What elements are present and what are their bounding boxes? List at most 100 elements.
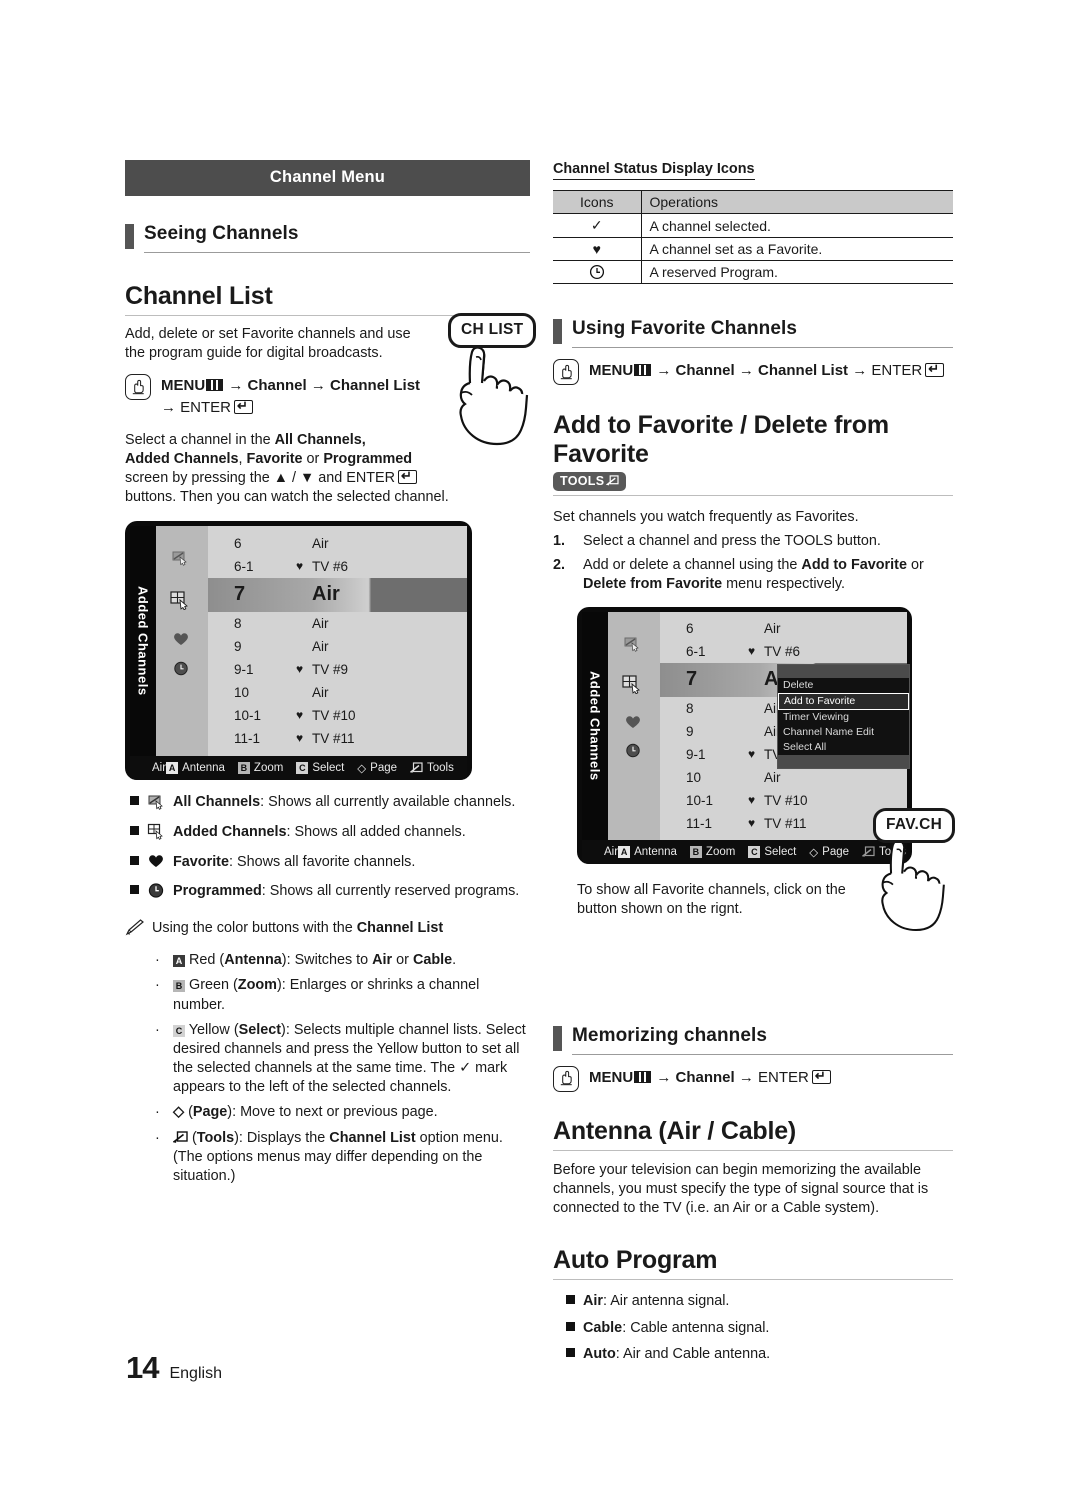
all-channels-icon[interactable] [620,634,646,657]
arrow-1: → [228,377,244,395]
list-item: · B Green (Zoom): Enlarges or shrinks a … [155,976,530,1014]
list-item: 1. Select a channel and press the TOOLS … [553,532,953,551]
tools-badge: TOOLS [553,472,627,491]
table-cell-operation: A channel set as a Favorite. [641,237,953,261]
step2-tail: menu respectively. [722,576,846,593]
tv-row-fav-icon: ♥ [296,662,304,677]
tv-key-label: Antenna [634,845,677,858]
enter-key-icon [925,360,945,378]
select-line-3: screen by pressing the ▲ / ▼ and ENTER [125,470,396,487]
all-channels-icon[interactable] [168,548,194,571]
tv-body: Added Channels [582,611,910,840]
tv-row-name: TV #6 [312,558,349,574]
menu-item-select-all[interactable]: Select All [778,740,909,755]
tv-row-fav-icon: ♥ [296,559,304,574]
tv-sidebar-tab[interactable]: Added Channels [130,525,156,756]
bullet-dot-icon: · [155,1104,160,1121]
tv-row[interactable]: 9-1 ♥ TV #9 [208,658,467,681]
tv-row[interactable]: 10 Air [208,681,467,704]
tools-icon [172,1130,188,1143]
tv-row[interactable]: 10-1 ♥ TV #10 [660,789,907,812]
color-name: Green [189,977,229,994]
tv-row[interactable]: 6 Air [208,532,467,555]
tv-row[interactable]: 6 Air [660,617,907,640]
fav-ch-button[interactable]: FAV.CH [873,808,956,843]
tv-row-number: 7 [686,668,698,691]
add-favorite-steps: 1. Select a channel and press the TOOLS … [553,532,953,594]
menu-item-channel-name-edit[interactable]: Channel Name Edit [778,725,909,740]
bullet-square-icon [125,793,147,816]
list-item-text: Added Channels: Shows all added channels… [173,823,530,846]
topic-antenna: Antenna (Air / Cable) [553,1117,953,1151]
tv-key-select[interactable]: C Select [296,761,344,774]
table-cell-operation: A channel selected. [641,213,953,238]
menu-path-memorizing: MENU → Channel → ENTER [553,1065,953,1092]
tv-key-page[interactable]: ◇ Page [809,845,849,859]
step-number: 1. [553,533,566,550]
heart-icon[interactable] [620,714,646,735]
heart-icon[interactable] [168,631,194,652]
tv-row[interactable]: 6-1 ♥ TV #6 [208,555,467,578]
added-channels-icon[interactable] [168,590,194,615]
tv-body: Added Channels [130,525,467,756]
clock-icon [553,260,642,284]
manual-page: Channel Menu Seeing Channels Channel Lis… [0,0,1080,1494]
tv-key-page[interactable]: ◇ Page [357,761,397,775]
bold-air: Air [372,952,393,969]
clock-icon[interactable] [168,659,194,682]
clock-icon[interactable] [620,741,646,764]
tv-row-number: 10-1 [234,707,262,723]
tv-row[interactable]: 10 Air [660,766,907,789]
menu-path-text: MENU → Channel → Channel List → ENTER [589,359,945,381]
arrow-2: → [310,377,326,395]
tv-key-zoom[interactable]: B Zoom [689,845,735,858]
remote-fav-ch-illustration: FAV.CH [873,808,956,932]
right-column: Channel Status Display Icons Icons Opera… [553,160,953,1371]
table-row: A reserved Program. [553,260,953,284]
enter-key-icon-2 [398,467,418,484]
step-text: Select a channel and press the TOOLS but… [583,533,881,550]
bullet-desc: : Shows all currently available channels… [260,793,516,810]
tv-row-number: 6-1 [686,643,706,659]
tv-row[interactable]: 8 Air [208,612,467,635]
tv-row-number: 10-1 [686,792,714,808]
tv-row[interactable]: 9 Air [208,635,467,658]
ch-list-button[interactable]: CH LIST [448,313,537,348]
tv-key-antenna[interactable]: A Antenna [166,761,225,774]
menu-item-timer-viewing[interactable]: Timer Viewing [778,710,909,725]
tv-row[interactable]: 10-1 ♥ TV #10 [208,704,467,727]
tools-context-menu[interactable]: Delete Add to Favorite Timer Viewing Cha… [777,663,910,769]
tv-row-name: Air [312,583,340,606]
tv-key-select[interactable]: C Select [748,845,796,858]
tv-row-selected[interactable]: 7 Air [208,577,467,612]
list-item-text: Auto: Air and Cable antenna. [583,1345,953,1364]
tv-row-number: 11-1 [234,730,261,746]
page-number: 14 [126,1350,159,1385]
path-channel-list: Channel List [330,377,421,395]
channel-list-intro: Add, delete or set Favorite channels and… [125,326,411,362]
tv-row[interactable]: 11-1 ♥ TV #11 [208,727,467,750]
tv-key-zoom[interactable]: B Zoom [237,761,283,774]
tv-row-name: Air [764,769,781,785]
key-desc: : Displays the [238,1129,330,1146]
topic-title: Antenna (Air / Cable) [553,1116,797,1145]
step-number: 2. [553,557,566,574]
tv-row[interactable]: 11-1 ♥ TV #11 [660,812,907,835]
tv-row-name: Air [764,620,781,636]
list-item-text: Cable: Cable antenna signal. [583,1319,953,1338]
menu-item-delete[interactable]: Delete [778,678,909,693]
tv-row-number: 6 [686,620,694,636]
bullet-desc: : Cable antenna signal. [622,1319,770,1336]
pointing-hand-icon [125,374,151,401]
list-item-text: Favorite: Shows all favorite channels. [173,853,530,875]
tv-key-antenna[interactable]: A Antenna [618,845,677,858]
enter-key-icon [234,397,254,415]
menu-path-text: MENU → Channel → Channel List → ENTER [161,374,420,418]
added-channels-icon[interactable] [620,674,646,699]
status-table-title: Channel Status Display Icons [553,161,755,180]
menu-item-add-to-favorite[interactable]: Add to Favorite [778,692,909,710]
color-name: Yellow [188,1021,230,1038]
tv-key-tools[interactable]: Tools [410,762,454,774]
tv-sidebar-tab[interactable]: Added Channels [582,611,608,840]
tv-row[interactable]: 6-1 ♥ TV #6 [660,640,907,663]
